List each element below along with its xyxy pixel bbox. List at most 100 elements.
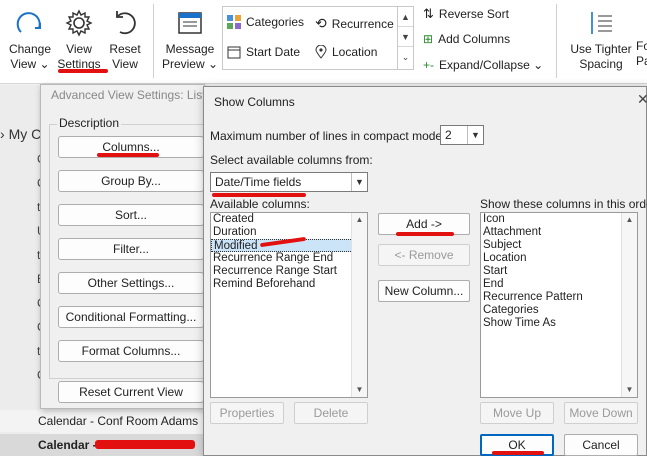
list-item[interactable]: Recurrence Range End bbox=[211, 252, 367, 265]
scroll-down-icon[interactable]: ▼ bbox=[622, 383, 637, 397]
select-from-label: Select available columns from: bbox=[210, 153, 373, 167]
tighter-spacing-button[interactable]: Use Tighter Spacing bbox=[566, 6, 636, 72]
filter-button[interactable]: Filter... bbox=[58, 238, 204, 260]
list-item[interactable]: Start bbox=[481, 265, 637, 278]
other-settings-button[interactable]: Other Settings... bbox=[58, 272, 204, 294]
delete-button[interactable]: Delete bbox=[294, 402, 368, 424]
list-item[interactable]: Recurrence Pattern bbox=[481, 291, 637, 304]
categories-icon bbox=[227, 15, 241, 29]
gallery-down-icon[interactable]: ▼ bbox=[398, 27, 413, 47]
format-columns-button[interactable]: Format Columns... bbox=[58, 340, 204, 362]
message-preview-button[interactable]: Message Preview ⌄ bbox=[160, 6, 220, 72]
description-label: Description bbox=[57, 116, 122, 130]
select-from-dropdown[interactable]: Date/Time fields ▼ bbox=[210, 172, 368, 192]
available-columns-label: Available columns: bbox=[210, 197, 310, 211]
list-item[interactable]: End bbox=[481, 278, 637, 291]
reset-current-view-button[interactable]: Reset Current View bbox=[58, 381, 204, 403]
add-columns-icon: ⊞ bbox=[423, 32, 434, 46]
list-item[interactable]: Created bbox=[211, 213, 367, 226]
change-view-icon bbox=[16, 12, 41, 33]
annotation-underline bbox=[97, 153, 159, 157]
redaction-mark bbox=[95, 440, 195, 449]
undo-icon bbox=[116, 11, 136, 35]
annotation-underline bbox=[492, 451, 544, 455]
cut-off-label-2: Pa bbox=[636, 54, 647, 68]
close-icon[interactable]: ✕ bbox=[637, 91, 647, 108]
location-pin-icon bbox=[315, 45, 327, 59]
list-item[interactable]: Subject bbox=[481, 239, 637, 252]
view-settings-button[interactable]: View Settings bbox=[56, 6, 102, 72]
properties-button[interactable]: Properties bbox=[210, 402, 284, 424]
chevron-down-icon: ▼ bbox=[467, 126, 483, 144]
my-calendars-header[interactable]: › My C bbox=[0, 126, 41, 142]
start-date-label: Start Date bbox=[246, 45, 301, 59]
new-column-button[interactable]: New Column... bbox=[378, 280, 470, 302]
ribbon: Change View ⌄ View Settings Reset View M… bbox=[0, 0, 647, 84]
start-date-option[interactable]: Start Date bbox=[227, 45, 300, 59]
reverse-sort-button[interactable]: ⇅ Reverse Sort bbox=[423, 6, 509, 22]
add-columns-button[interactable]: ⊞ Add Columns bbox=[423, 32, 510, 46]
list-item[interactable]: Duration bbox=[211, 226, 367, 239]
gallery-scroll[interactable]: ▲ ▼ ⌄ bbox=[397, 7, 413, 69]
conditional-formatting-button[interactable]: Conditional Formatting... bbox=[58, 306, 204, 328]
categories-label: Categories bbox=[246, 15, 305, 29]
dialog-title: Show Columns bbox=[214, 95, 295, 109]
cut-off-button[interactable]: Fo Pa bbox=[636, 39, 647, 69]
expand-collapse-icon: +- bbox=[423, 58, 435, 72]
reset-view-button[interactable]: Reset View bbox=[104, 6, 146, 72]
change-view-label-1: Change bbox=[8, 42, 52, 56]
gallery-expand-icon[interactable]: ⌄ bbox=[398, 47, 413, 67]
move-up-button[interactable]: Move Up bbox=[480, 402, 554, 424]
list-item[interactable]: Icon bbox=[481, 213, 637, 226]
expand-collapse-label: Expand/Collapse ⌄ bbox=[439, 58, 544, 72]
list-item[interactable]: Categories bbox=[481, 304, 637, 317]
location-label: Location bbox=[332, 45, 378, 59]
recurrence-label: Recurrence bbox=[331, 16, 394, 31]
ribbon-separator bbox=[556, 4, 557, 78]
max-lines-label: Maximum number of lines in compact mode: bbox=[210, 129, 446, 143]
show-columns-dialog: Show Columns ✕ Maximum number of lines i… bbox=[203, 86, 647, 456]
message-preview-icon bbox=[178, 12, 202, 34]
list-item[interactable]: Location bbox=[481, 252, 637, 265]
list-item[interactable]: Remind Beforehand bbox=[211, 278, 367, 291]
reset-view-label-2: View bbox=[112, 57, 138, 71]
scroll-up-icon[interactable]: ▲ bbox=[622, 213, 637, 227]
max-lines-value: 2 bbox=[445, 128, 452, 142]
reset-view-label-1: Reset bbox=[109, 42, 141, 56]
group-by-button[interactable]: Group By... bbox=[58, 170, 204, 192]
expand-chevron-icon: › bbox=[0, 126, 5, 142]
dialog-title: Advanced View Settings: List bbox=[51, 88, 206, 102]
cancel-button[interactable]: Cancel bbox=[564, 434, 638, 456]
location-option[interactable]: Location bbox=[315, 45, 377, 59]
shown-columns-label: Show these columns in this order: bbox=[480, 197, 647, 211]
expand-collapse-button[interactable]: +- Expand/Collapse ⌄ bbox=[423, 58, 543, 72]
list-item[interactable]: Show Time As bbox=[481, 317, 637, 330]
annotation-underline bbox=[58, 69, 108, 73]
vertical-scrollbar[interactable]: ▲ ▼ bbox=[621, 213, 637, 397]
scroll-up-icon[interactable]: ▲ bbox=[352, 213, 367, 227]
calendar-list-item[interactable]: Calendar - Conf Room Adams bbox=[0, 410, 205, 432]
sort-button[interactable]: Sort... bbox=[58, 204, 204, 226]
gear-icon bbox=[65, 9, 93, 37]
max-lines-select[interactable]: 2 ▼ bbox=[440, 125, 484, 145]
categories-option[interactable]: Categories bbox=[227, 15, 304, 29]
remove-button[interactable]: <- Remove bbox=[378, 244, 470, 266]
chevron-down-icon: ▼ bbox=[351, 173, 367, 191]
recurrence-option[interactable]: ⟲ Recurrence bbox=[315, 15, 394, 32]
scroll-down-icon[interactable]: ▼ bbox=[352, 383, 367, 397]
change-view-button[interactable]: Change View ⌄ bbox=[4, 6, 56, 72]
list-item[interactable]: Attachment bbox=[481, 226, 637, 239]
tighter-spacing-icon bbox=[591, 12, 612, 34]
move-down-button[interactable]: Move Down bbox=[564, 402, 638, 424]
change-view-label-2: View ⌄ bbox=[10, 57, 50, 71]
advanced-view-settings-dialog: Advanced View Settings: List Description… bbox=[40, 84, 209, 409]
shown-columns-list[interactable]: Icon Attachment Subject Location Start E… bbox=[480, 212, 638, 398]
vertical-scrollbar[interactable]: ▲ ▼ bbox=[351, 213, 367, 397]
my-calendars-stub: My C bbox=[8, 126, 42, 142]
message-preview-label-1: Message bbox=[165, 42, 215, 56]
ribbon-separator bbox=[153, 4, 154, 78]
gallery-up-icon[interactable]: ▲ bbox=[398, 7, 413, 27]
calendar-name: Calendar - bbox=[38, 438, 97, 452]
list-item[interactable]: Recurrence Range Start bbox=[211, 265, 367, 278]
annotation-underline bbox=[396, 232, 454, 236]
